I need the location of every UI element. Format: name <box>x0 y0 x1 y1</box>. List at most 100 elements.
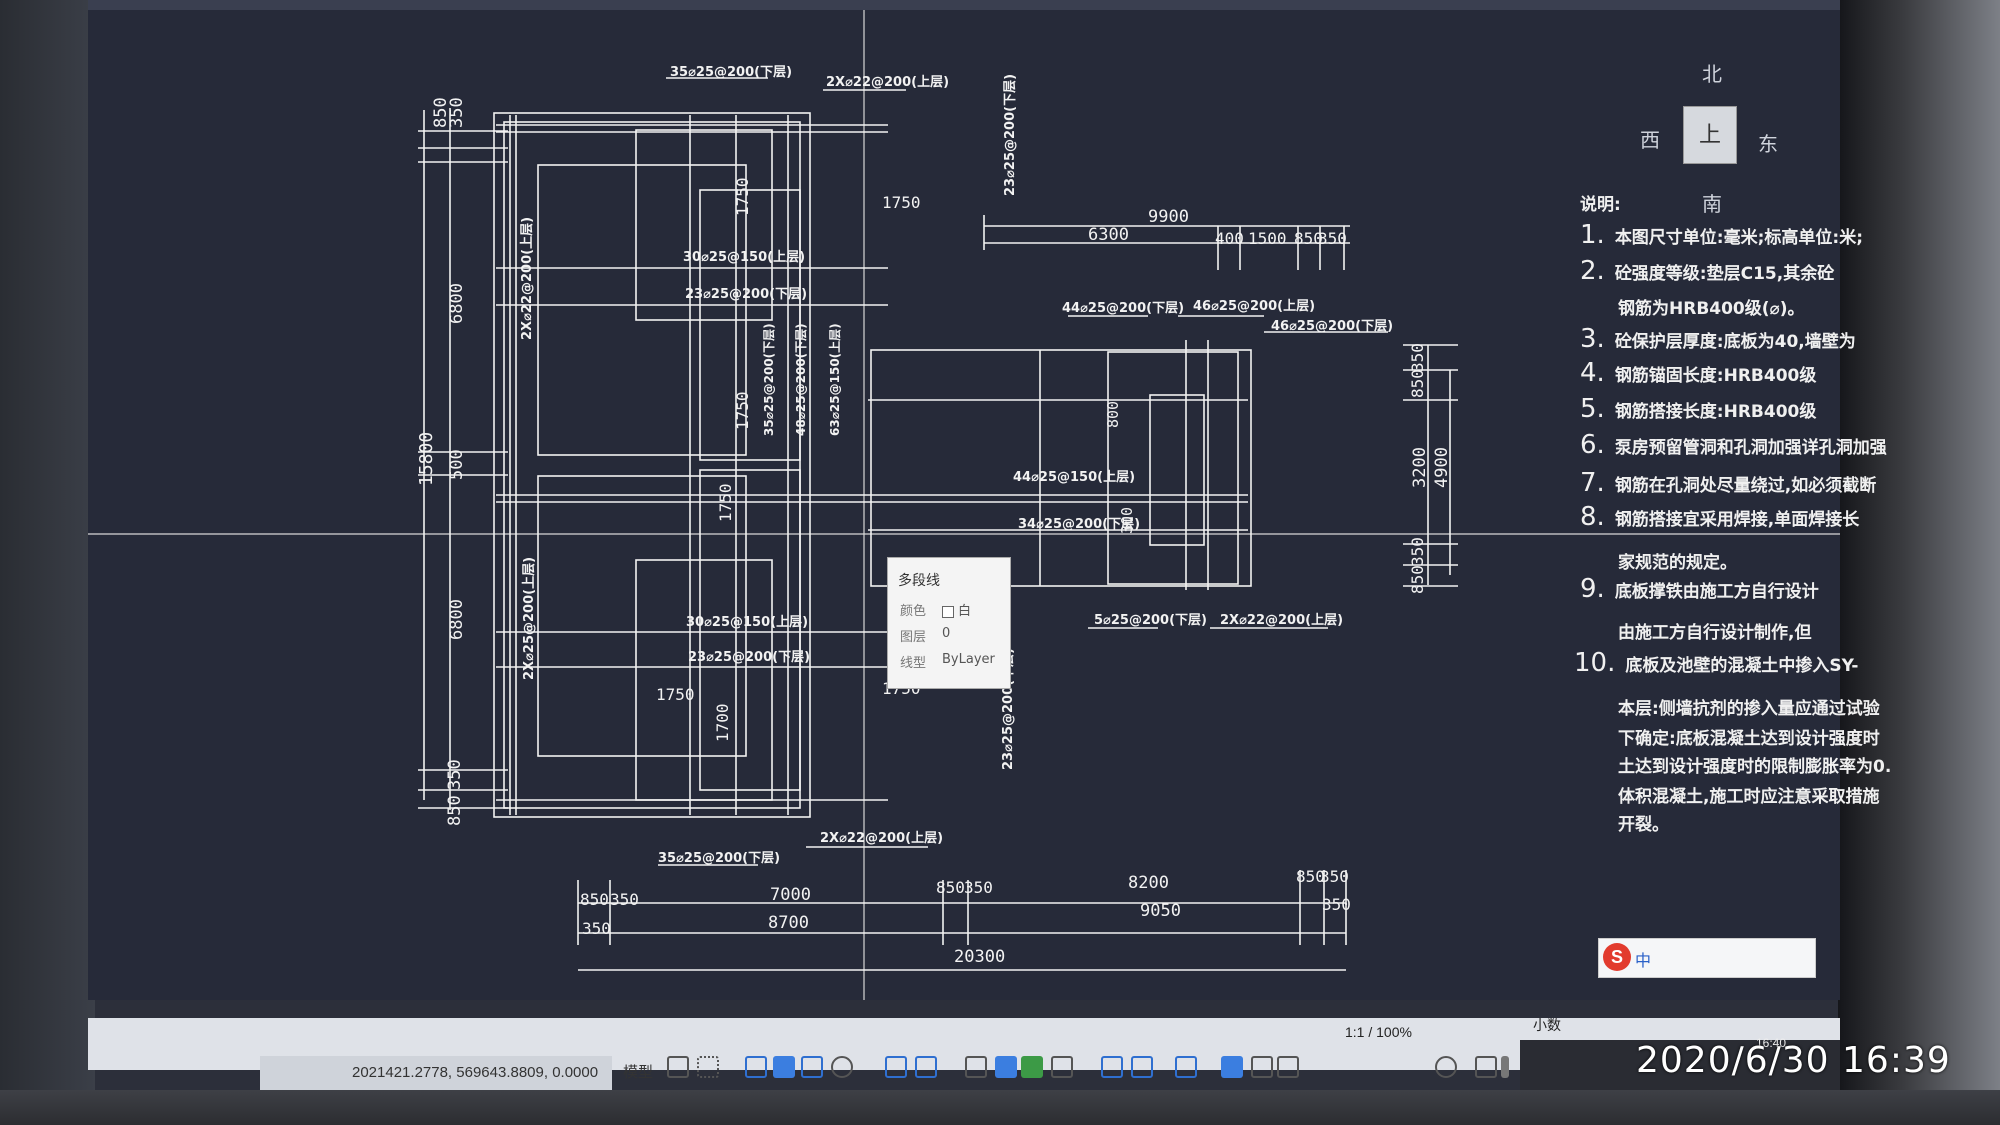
dim-right-850-bottom: 850 <box>1408 565 1427 594</box>
rebar-label: 63⌀25@150(上层) <box>827 323 842 436</box>
osnap-tracking-icon[interactable] <box>831 1056 853 1078</box>
dim-left-6800-bottom: 6800 <box>447 599 467 640</box>
ucs-icon[interactable] <box>915 1056 937 1078</box>
cursor-coordinates: 2021421.2778, 569643.8809, 0.0000 <box>260 1056 612 1090</box>
ime-toolbar[interactable]: S 中 <box>1598 938 1816 978</box>
dim-right-350: 350 <box>1408 343 1427 372</box>
dim-bottom-350-a: 350 <box>610 890 639 909</box>
annotation-scale-icon[interactable] <box>1277 1056 1299 1078</box>
dim-left-500: 500 <box>447 449 467 480</box>
dim-right-850: 850 <box>1408 369 1427 398</box>
note-item: 本层:侧墙抗剂的掺入量应通过试验 <box>1618 699 1880 719</box>
dim-right-3200: 3200 <box>1410 447 1430 488</box>
note-item: 家规范的规定。 <box>1618 553 1737 573</box>
rebar-label: 5⌀25@200(下层) <box>1094 613 1207 628</box>
3d-osnap-icon[interactable] <box>1051 1056 1073 1078</box>
note-item: 6. 泵房预留管洞和孔洞加强详孔洞加强 <box>1580 430 1887 460</box>
color-swatch-icon <box>942 605 954 618</box>
annotation-scale[interactable]: 1:1 / 100% <box>1345 1024 1412 1040</box>
osnap-icon[interactable] <box>885 1056 907 1078</box>
selection-cycling-icon[interactable] <box>1021 1056 1043 1078</box>
photo-timestamp: 2020/6/30 16:39 <box>1636 1040 1951 1081</box>
gear-icon[interactable] <box>1435 1056 1457 1078</box>
dim-bottom-350-c: 350 <box>1320 867 1349 886</box>
note-item: 下确定:底板混凝土达到设计强度时 <box>1618 729 1880 749</box>
rebar-label: 2X⌀22@200(上层) <box>520 217 535 340</box>
notes-title: 说明: <box>1580 195 1621 215</box>
dim-top-350: 350 <box>1318 229 1347 248</box>
annotation-visibility-icon[interactable] <box>1221 1056 1243 1078</box>
units-selector[interactable]: 小数 <box>1533 1015 1561 1035</box>
sogou-icon[interactable]: S <box>1603 943 1631 971</box>
dim-left-350-top: 350 <box>447 97 467 128</box>
divider-icon <box>1501 1056 1509 1078</box>
note-item: 土达到设计强度时的限制膨胀率为0. <box>1618 757 1892 777</box>
compass-south[interactable]: 南 <box>1702 188 1722 217</box>
selection-filter-icon[interactable] <box>1131 1056 1153 1078</box>
dim-bottom-9050: 9050 <box>1140 901 1181 921</box>
snap-icon[interactable] <box>697 1056 719 1078</box>
dim-inner-1750-d: 1750 <box>716 483 735 522</box>
note-item: 1. 本图尺寸单位:毫米;标高单位:米; <box>1580 220 1864 250</box>
rebar-label: 48⌀25@200(下层) <box>794 323 808 436</box>
dim-bottom-8200: 8200 <box>1128 873 1169 893</box>
ortho-icon[interactable] <box>745 1056 767 1078</box>
dim-bottom-350-d: 350 <box>582 919 611 938</box>
dim-bottom-350-b: 350 <box>964 878 993 897</box>
dim-top-400: 400 <box>1215 229 1244 248</box>
rebar-label: 46⌀25@200(下层) <box>1271 319 1393 334</box>
grid-icon[interactable] <box>667 1056 689 1078</box>
plus-icon[interactable] <box>1475 1056 1497 1078</box>
dim-left-850-bottom: 850 <box>445 795 465 826</box>
auto-scale-icon[interactable] <box>1251 1056 1273 1078</box>
rebar-label: 2X⌀25@200(上层) <box>522 557 537 680</box>
model-space-button[interactable]: 模型 <box>615 1056 661 1090</box>
rebar-label: 35⌀25@200(下层) <box>762 323 776 436</box>
dim-bottom-850-a: 850 <box>580 890 609 909</box>
rebar-label: 35⌀25@200(下层) <box>658 851 780 866</box>
note-item: 10. 底板及池壁的混凝土中掺入SY- <box>1574 648 1859 678</box>
monitor-bezel-bottom <box>0 1090 2000 1125</box>
transparency-icon[interactable] <box>995 1056 1017 1078</box>
dynamic-ucs-icon[interactable] <box>1101 1056 1123 1078</box>
isodraft-icon[interactable] <box>801 1056 823 1078</box>
rebar-label: 23⌀25@200(下层) <box>1003 74 1018 196</box>
dim-right-4900: 4900 <box>1432 447 1452 488</box>
monitor-bezel-right <box>1838 0 2000 1125</box>
monitor-bezel-left <box>0 0 95 1125</box>
dim-bottom-850-b: 850 <box>936 878 965 897</box>
note-item: 8. 钢筋搭接宜采用焊接,单面焊接长 <box>1580 502 1860 532</box>
dim-left-15800: 15800 <box>416 432 437 486</box>
dim-left-6800-top: 6800 <box>447 283 467 324</box>
note-item: 体积混凝土,施工时应注意采取措施 <box>1618 787 1880 807</box>
note-item: 5. 钢筋搭接长度:HRB400级 <box>1580 394 1817 424</box>
rebar-label: 2X⌀22@200(上层) <box>820 831 943 846</box>
rebar-label: 30⌀25@150(上层) <box>686 615 808 630</box>
compass-west[interactable]: 西 <box>1640 124 1660 153</box>
dim-bottom-8700: 8700 <box>768 913 809 933</box>
tooltip-value: ByLayer <box>942 652 995 667</box>
viewcube-top-face[interactable]: 上 <box>1683 106 1737 164</box>
ime-mode-toggle[interactable]: 中 <box>1635 947 1651 971</box>
dim-inner-1750-a: 1750 <box>882 193 921 212</box>
dim-right-800: 800 <box>1104 401 1122 428</box>
polar-icon[interactable] <box>773 1056 795 1078</box>
lineweight-icon[interactable] <box>965 1056 987 1078</box>
rebar-labels: 35⌀25@200(下层) 2X⌀22@200(上层) 23⌀25@200(下层… <box>520 65 1393 866</box>
dim-bottom-20300: 20300 <box>954 947 1005 967</box>
dim-left-350-bottom: 350 <box>445 759 465 790</box>
dim-top-6300: 6300 <box>1088 225 1129 245</box>
dim-bottom-7000: 7000 <box>770 885 811 905</box>
dim-inner-1700: 1700 <box>713 703 732 742</box>
compass-north[interactable]: 北 <box>1702 58 1722 87</box>
dim-right-350-bottom: 350 <box>1408 537 1427 566</box>
tooltip-value: 白 <box>942 600 971 619</box>
tooltip-label: 图层 <box>900 630 927 645</box>
rebar-label: 44⌀25@150(上层) <box>1013 470 1135 485</box>
gizmo-icon[interactable] <box>1175 1056 1197 1078</box>
compass-east[interactable]: 东 <box>1758 128 1778 157</box>
note-item: 7. 钢筋在孔洞处尽量绕过,如必须截断 <box>1580 468 1877 498</box>
tooltip-title: 多段线 <box>898 573 940 589</box>
note-item: 2. 砼强度等级:垫层C15,其余砼 <box>1580 256 1835 286</box>
note-item: 钢筋为HRB400级(⌀)。 <box>1618 299 1805 319</box>
